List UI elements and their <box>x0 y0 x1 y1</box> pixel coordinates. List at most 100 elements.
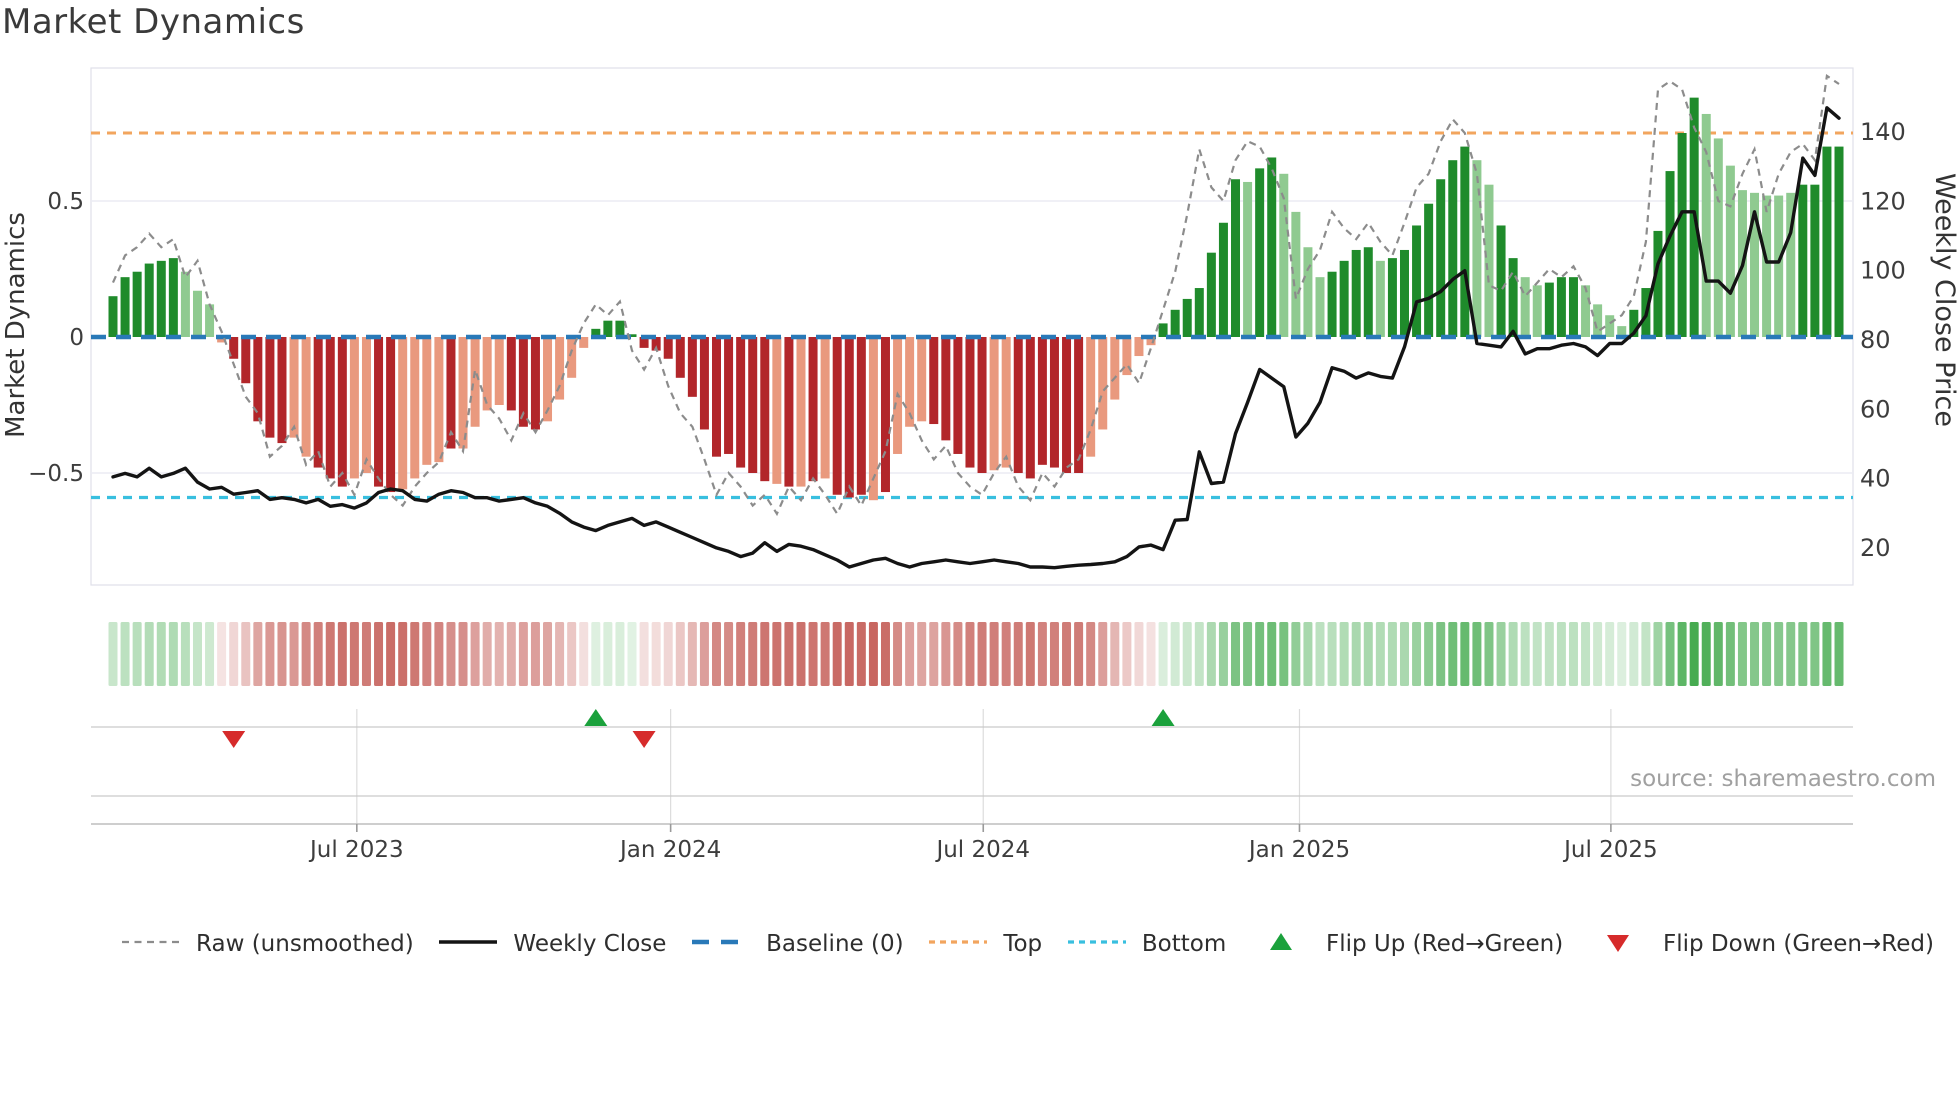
heatmap-cell <box>929 622 939 686</box>
oscillator-bar <box>1134 337 1144 357</box>
heatmap-cell <box>1255 622 1265 686</box>
x-tick-label: Jul 2025 <box>1562 837 1658 863</box>
legend-label: Top <box>1003 931 1043 957</box>
heatmap-cell <box>1810 622 1820 686</box>
oscillator-bar <box>1520 277 1530 337</box>
oscillator-bar <box>241 337 251 384</box>
heatmap-cell <box>144 622 154 686</box>
heatmap-cell <box>784 622 794 686</box>
right-tick-label: 140 <box>1860 118 1906 146</box>
heatmap-cell <box>470 622 480 686</box>
heatmap-cell <box>953 622 963 686</box>
oscillator-bar <box>1303 247 1313 337</box>
oscillator-bar <box>1677 133 1687 337</box>
heatmap-cell <box>361 622 371 686</box>
oscillator-bar <box>1532 285 1542 337</box>
heatmap-cell <box>736 622 746 686</box>
heatmap-cell <box>1110 622 1120 686</box>
heatmap-cell <box>748 622 758 686</box>
heatmap-cell <box>337 622 347 686</box>
heatmap-cell <box>446 622 456 686</box>
oscillator-bar <box>1472 160 1482 337</box>
heatmap-cell <box>1013 622 1023 686</box>
heatmap-cell <box>1677 622 1687 686</box>
heatmap-cell <box>675 622 685 686</box>
heatmap-cell <box>1412 622 1422 686</box>
heatmap-cell <box>760 622 770 686</box>
heatmap-cell <box>1086 622 1096 686</box>
oscillator-bar <box>1327 271 1337 337</box>
legend-item-flip-down: Flip Down (Green→Red) <box>1587 930 1934 958</box>
heatmap-cell <box>1665 622 1675 686</box>
oscillator-bar <box>603 320 613 337</box>
oscillator-bar <box>1267 157 1277 337</box>
oscillator-bar <box>1025 337 1035 479</box>
heatmap-cell <box>1774 622 1784 686</box>
oscillator-bar <box>615 320 625 337</box>
legend-label: Weekly Close <box>513 931 667 957</box>
oscillator-bar <box>386 337 396 493</box>
oscillator-bar <box>1798 184 1808 337</box>
oscillator-bar <box>1013 337 1023 473</box>
oscillator-bar <box>1568 277 1578 337</box>
oscillator-bar <box>1593 304 1603 337</box>
heatmap-cell <box>434 622 444 686</box>
legend-label: Bottom <box>1141 931 1227 957</box>
oscillator-bar <box>1762 195 1772 337</box>
oscillator-bar <box>953 337 963 454</box>
oscillator-bar <box>1834 146 1844 337</box>
flip-marker-panel: Jul 2023 Jan 2024 Jul 2024 Jan 2025 Jul 2025 <box>91 709 1853 863</box>
heatmap-cell <box>832 622 842 686</box>
right-tick-label: 120 <box>1860 187 1906 215</box>
oscillator-bar <box>108 296 118 337</box>
legend-item-baseline: Baseline (0) <box>690 930 904 958</box>
heatmap-cell <box>277 622 287 686</box>
oscillator-bar <box>1182 298 1192 337</box>
heatmap-cell <box>724 622 734 686</box>
heatmap-cell <box>1701 622 1711 686</box>
x-tick-label: Jul 2024 <box>934 837 1030 863</box>
left-tick-label: 0.5 <box>47 189 84 215</box>
heatmap-cell <box>349 622 359 686</box>
oscillator-bar <box>1496 225 1506 337</box>
heatmap-cell <box>917 622 927 686</box>
heatmap-cell <box>651 622 661 686</box>
heatmap-cell <box>965 622 975 686</box>
heatmap-cell <box>772 622 782 686</box>
oscillator-bar <box>530 337 540 430</box>
triangle-up-icon <box>1250 930 1312 958</box>
heatmap-cell <box>374 622 384 686</box>
oscillator-bar <box>349 337 359 479</box>
oscillator-bar <box>1001 337 1011 468</box>
oscillator-bar <box>470 337 480 427</box>
heatmap-cell <box>241 622 251 686</box>
heatmap-cell <box>253 622 263 686</box>
heatmap-cell <box>192 622 202 686</box>
oscillator-bar <box>1037 337 1047 465</box>
heatmap-cell <box>880 622 890 686</box>
oscillator-bar <box>760 337 770 482</box>
heatmap-cell <box>1520 622 1530 686</box>
oscillator-bar <box>301 337 311 457</box>
heatmap-cell <box>530 622 540 686</box>
oscillator-bar <box>844 337 854 498</box>
heatmap-cell <box>1351 622 1361 686</box>
heatmap-cell <box>1327 622 1337 686</box>
oscillator-bar <box>965 337 975 468</box>
heatmap-cell <box>1231 622 1241 686</box>
oscillator-bar <box>1774 195 1784 337</box>
oscillator-bar <box>663 337 673 359</box>
heatmap-cell <box>1291 622 1301 686</box>
heatmap-cell <box>1001 622 1011 686</box>
heatmap-cell <box>494 622 504 686</box>
heatmap-cell <box>1315 622 1325 686</box>
oscillator-bar <box>929 337 939 425</box>
oscillator-bar <box>192 290 202 337</box>
oscillator-bar <box>1049 337 1059 468</box>
oscillator-bar <box>156 260 166 337</box>
legend-item-top: Top <box>927 930 1042 958</box>
flip-down-marker <box>632 731 656 748</box>
oscillator-bar <box>265 337 275 438</box>
oscillator-bar <box>1170 309 1180 337</box>
oscillator-bar <box>1556 277 1566 337</box>
